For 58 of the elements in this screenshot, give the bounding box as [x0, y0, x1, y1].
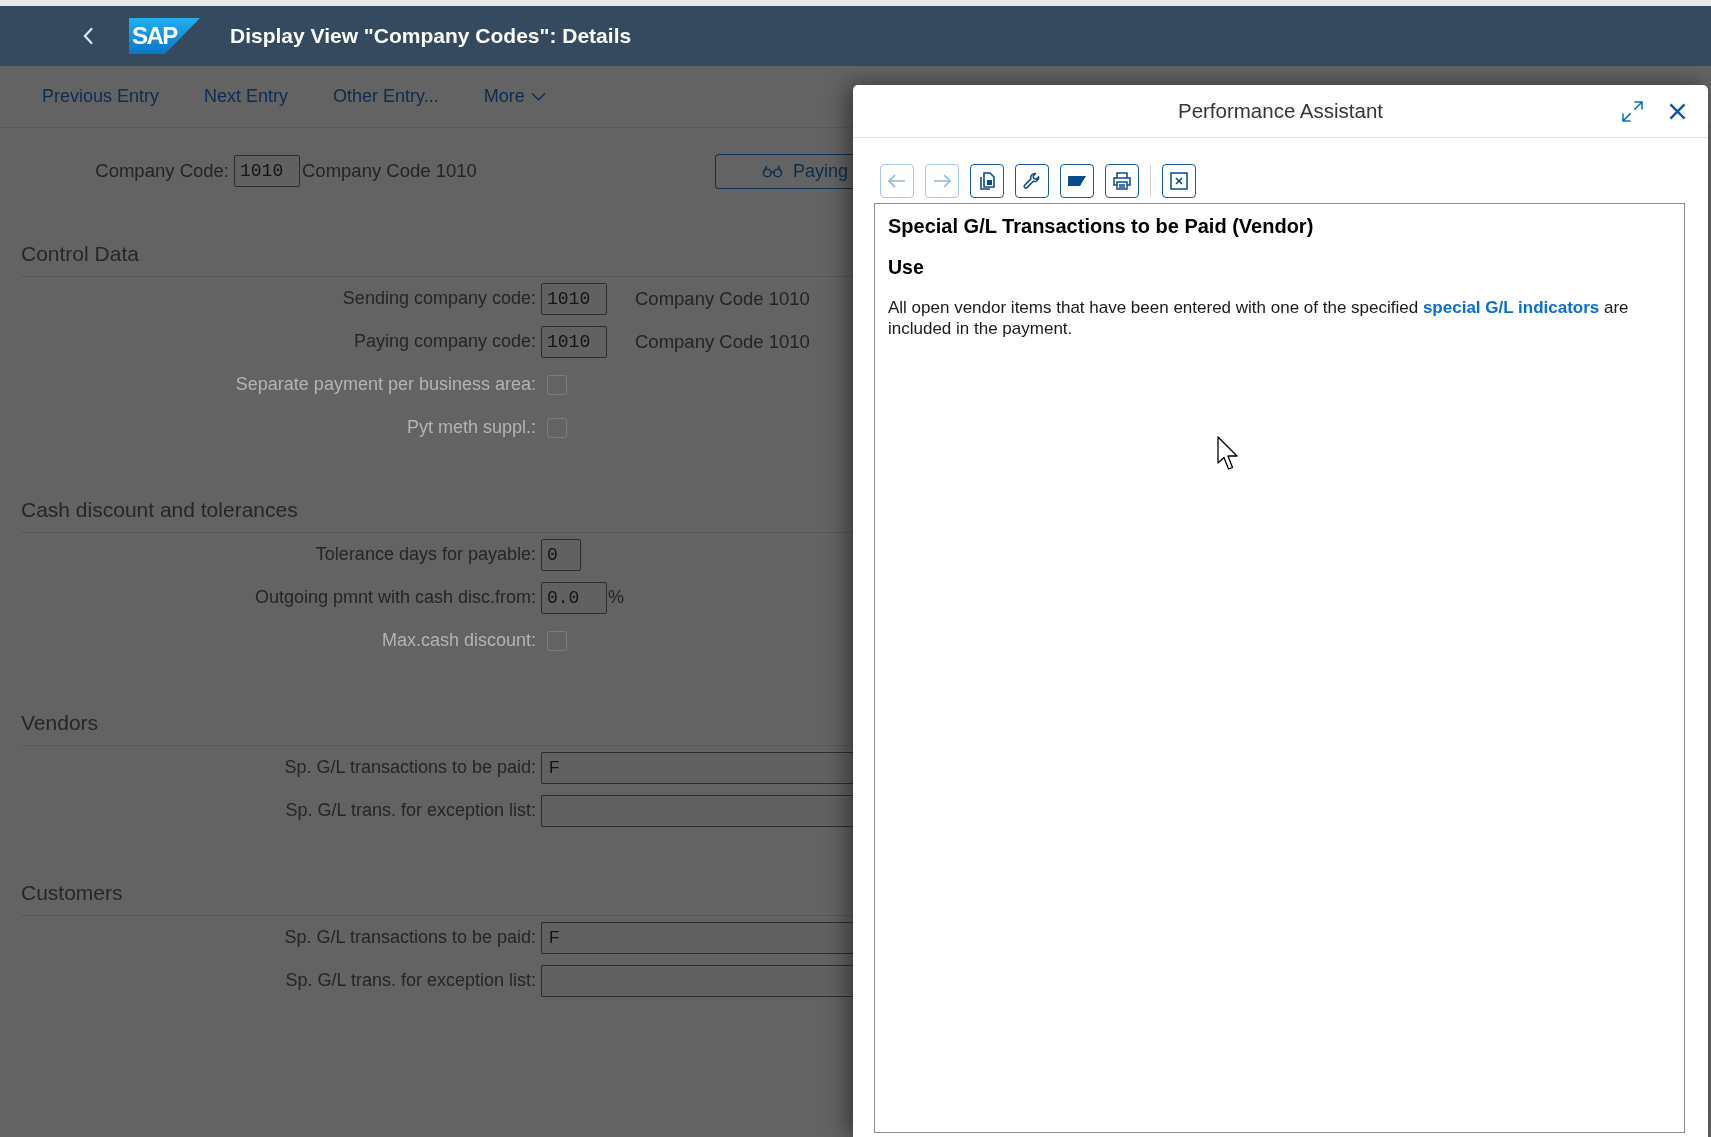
wrench-button[interactable]: [1015, 164, 1049, 198]
dialog-title: Performance Assistant: [1177, 99, 1384, 123]
help-link[interactable]: special G/L indicators: [1422, 298, 1600, 317]
close-box-icon: [1169, 171, 1189, 191]
toolbar-button[interactable]: Other Entry...: [333, 80, 439, 113]
logo[interactable]: SAP: [129, 18, 200, 54]
paying-button[interactable]: Paying: [715, 153, 853, 189]
input-field[interactable]: [541, 794, 853, 827]
input-field[interactable]: 1010: [541, 325, 607, 358]
toolbar-button[interactable]: Previous Entry: [42, 80, 160, 113]
chevron-down-icon: [530, 92, 546, 101]
close-view-button[interactable]: [1162, 164, 1196, 198]
field-label: Sp. G/L trans. for exception list:: [285, 970, 536, 990]
toolbar-button[interactable]: Next Entry: [204, 80, 289, 113]
document-icon: [977, 171, 997, 191]
page-title: Display View "Company Codes": Details: [230, 24, 632, 48]
document-button[interactable]: [970, 164, 1004, 198]
flag-button[interactable]: [1060, 164, 1094, 198]
input-field[interactable]: [541, 964, 853, 997]
field-label: Sp. G/L transactions to be paid:: [284, 927, 536, 947]
section-title: Control Data: [21, 242, 139, 266]
input-field[interactable]: F: [541, 751, 853, 784]
chevron-left-icon: [82, 27, 94, 45]
close-icon: [1669, 102, 1686, 120]
field-label: Separate payment per business area:: [235, 374, 536, 394]
field-label: Sp. G/L trans. for exception list:: [285, 800, 536, 820]
wrench-icon: [1022, 171, 1042, 191]
close-button[interactable]: [1669, 102, 1686, 120]
expand-button[interactable]: [1622, 100, 1643, 122]
input-field[interactable]: 0.0: [541, 581, 607, 614]
field-label: Outgoing pmnt with cash disc.from:: [254, 587, 536, 607]
field-label: Sending company code:: [342, 288, 536, 308]
help-text: All open vendor items that have been entered with one of the specified special G/L indicators are included in the payment.: [888, 297, 1630, 339]
input-field[interactable]: 1010: [541, 282, 607, 315]
input-field[interactable]: F: [541, 921, 853, 954]
section-title: Cash discount and tolerances: [21, 498, 298, 522]
field-label: Tolerance days for payable:: [315, 544, 536, 564]
section-title: Vendors: [21, 711, 99, 735]
mouse-pointer-icon: [1217, 436, 1239, 471]
field-label: Max.cash discount:: [381, 630, 536, 650]
more-menu-button[interactable]: More: [483, 80, 546, 113]
field-description: Company Code 1010: [635, 287, 810, 310]
print-button[interactable]: [1105, 164, 1139, 198]
input-field[interactable]: 1010: [234, 155, 300, 187]
field-label: Company Code:: [95, 160, 229, 181]
input-field[interactable]: 0: [541, 538, 581, 571]
expand-icon: [1622, 100, 1643, 122]
field-label: Pyt meth suppl.:: [406, 417, 536, 437]
field-label: Sp. G/L transactions to be paid:: [284, 757, 536, 777]
section-title: Customers: [21, 881, 123, 905]
printer-icon: [1112, 171, 1132, 191]
help-heading: Special G/L Transactions to be Paid (Vendor): [888, 215, 1314, 237]
unit-label: %: [608, 587, 624, 608]
field-description: Company Code 1010: [635, 330, 810, 353]
field-label: Paying company code:: [353, 331, 536, 351]
glasses-icon: [762, 164, 783, 178]
help-subheading: Use: [888, 256, 924, 278]
field-description: Company Code 1010: [302, 160, 477, 182]
